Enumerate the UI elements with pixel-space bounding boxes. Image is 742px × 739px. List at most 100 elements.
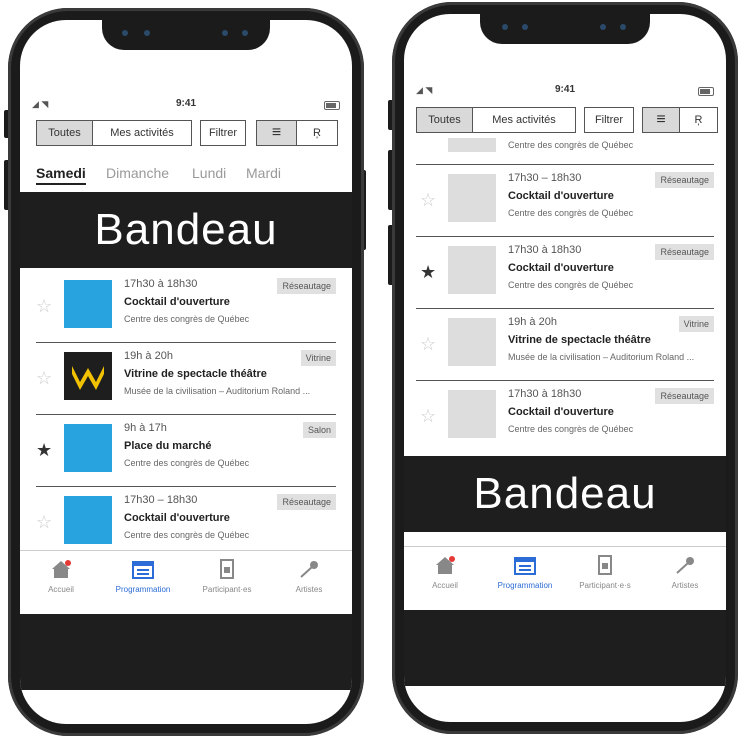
divider (36, 342, 336, 343)
list-view-icon[interactable]: ≡ (257, 121, 297, 145)
event-thumbnail (448, 318, 496, 366)
event-time: 17h30 à 18h30 (124, 278, 198, 290)
tab-label: Programmation (115, 585, 171, 594)
list-item[interactable]: ☆ 19h à 20h Vitrine Vitrine de spectacle… (404, 310, 726, 380)
event-tag: Réseautage (655, 172, 714, 188)
event-place: Centre des congrès de Québec (124, 530, 250, 540)
event-time: 19h à 20h (508, 316, 557, 328)
segment-mine[interactable]: Mes activités (93, 121, 191, 145)
bandeau-banner: Bandeau (404, 456, 726, 532)
tab-accueil[interactable]: Accueil (26, 559, 96, 594)
signal-icon: ◢ ◥ (32, 99, 49, 109)
event-time: 9h à 17h (124, 422, 167, 434)
event-time: 17h30 à 18h30 (508, 388, 582, 400)
badge-icon (220, 559, 234, 579)
tab-participants[interactable]: Participant·e·s (570, 555, 640, 590)
star-icon[interactable]: ☆ (420, 406, 436, 427)
star-icon[interactable]: ☆ (36, 512, 52, 533)
segment-all[interactable]: Toutes (417, 108, 473, 132)
list-item[interactable]: ☆ 17h30 – 18h30 Réseautage Cocktail d'ou… (404, 166, 726, 236)
segment-all[interactable]: Toutes (37, 121, 93, 145)
notch (102, 20, 270, 50)
divider (36, 486, 336, 487)
event-time: 17h30 – 18h30 (508, 172, 582, 184)
tab-day-lundi[interactable]: Lundi (192, 165, 226, 181)
battery-icon (698, 87, 714, 96)
list-item-partial[interactable]: Centre des congrès de Québec (404, 138, 726, 162)
bottom-black-area (20, 614, 352, 690)
star-icon[interactable]: ☆ (420, 190, 436, 211)
calendar-icon (132, 561, 154, 579)
tab-participants[interactable]: Participant·es (192, 559, 262, 594)
star-icon[interactable]: ☆ (36, 368, 52, 389)
tab-label: Accueil (48, 585, 74, 594)
list-item[interactable]: ★ 17h30 à 18h30 Réseautage Cocktail d'ou… (404, 238, 726, 308)
status-time: 9:41 (554, 84, 576, 95)
event-title: Cocktail d'ouverture (508, 190, 614, 202)
event-time: 17h30 à 18h30 (508, 244, 582, 256)
event-place: Centre des congrès de Québec (508, 280, 634, 290)
event-thumbnail (448, 138, 496, 152)
grid-view-icon[interactable]: Ŗ (680, 108, 717, 132)
event-time: 19h à 20h (124, 350, 173, 362)
event-time: 17h30 – 18h30 (124, 494, 198, 506)
tab-day-dimanche[interactable]: Dimanche (106, 165, 169, 181)
event-thumbnail (448, 390, 496, 438)
tab-label: Artistes (671, 581, 699, 590)
event-logo-icon (64, 280, 112, 328)
filter-toolbar: Toutes Mes activités Filtrer ≡ Ŗ (404, 107, 726, 135)
filter-button[interactable]: Filtrer (200, 120, 246, 146)
grid-view-icon[interactable]: Ŗ (297, 121, 337, 145)
segment-mine[interactable]: Mes activités (473, 108, 575, 132)
star-icon[interactable]: ☆ (36, 296, 52, 317)
list-item[interactable]: ☆ 17h30 – 18h30 Réseautage Cocktail d'ou… (20, 488, 352, 552)
star-icon[interactable]: ★ (36, 440, 52, 461)
home-icon (436, 556, 455, 574)
event-logo-icon (64, 352, 112, 400)
tab-label: Programmation (497, 581, 553, 590)
event-tag: Réseautage (277, 494, 336, 510)
badge-icon (598, 555, 612, 575)
list-item[interactable]: ☆ 19h à 20h Vitrine Vitrine de spectacle… (20, 344, 352, 414)
tab-label: Artistes (295, 585, 323, 594)
event-tag: Réseautage (655, 244, 714, 260)
notch (480, 14, 650, 44)
list-item[interactable]: ★ 9h à 17h Salon Place du marché Centre … (20, 416, 352, 486)
tab-artistes[interactable]: Artistes (274, 559, 344, 594)
bottom-black-area (404, 610, 726, 686)
star-icon[interactable]: ☆ (420, 334, 436, 355)
tab-label: Participant·es (202, 585, 252, 594)
divider (36, 414, 336, 415)
view-segment: ≡ Ŗ (256, 120, 338, 146)
battery-icon (324, 101, 340, 110)
microphone-icon (300, 561, 318, 578)
filter-button[interactable]: Filtrer (584, 107, 634, 133)
event-logo-icon (64, 496, 112, 544)
tab-programmation[interactable]: Programmation (108, 559, 178, 594)
screen-right: ◢ ◥ 9:41 Toutes Mes activités Filtrer ≡ … (404, 14, 726, 722)
divider (416, 380, 714, 381)
tab-accueil[interactable]: Accueil (410, 555, 480, 590)
star-icon[interactable]: ★ (420, 262, 436, 283)
list-item[interactable]: ☆ 17h30 à 18h30 Réseautage Cocktail d'ou… (404, 382, 726, 452)
phone-left: ◢ ◥ 9:41 Toutes Mes activités Filtrer ≡ … (8, 8, 364, 736)
event-tag: Réseautage (655, 388, 714, 404)
bottom-tab-bar: Accueil Programmation Participant·es Art… (20, 550, 352, 615)
activity-segment: Toutes Mes activités (36, 120, 192, 146)
bottom-tab-bar: Accueil Programmation Participant·e·s Ar… (404, 546, 726, 611)
event-place: Centre des congrès de Québec (508, 140, 634, 150)
tab-label: Participant·e·s (579, 581, 631, 590)
phone-right: ◢ ◥ 9:41 Toutes Mes activités Filtrer ≡ … (392, 2, 738, 734)
event-title: Vitrine de spectacle théâtre (124, 368, 267, 380)
tab-day-mardi[interactable]: Mardi (246, 165, 281, 181)
tab-artistes[interactable]: Artistes (650, 555, 720, 590)
event-title: Place du marché (124, 440, 212, 452)
tab-programmation[interactable]: Programmation (490, 555, 560, 590)
filter-toolbar: Toutes Mes activités Filtrer ≡ Ŗ (20, 120, 352, 148)
microphone-icon (676, 557, 694, 574)
event-tag: Vitrine (678, 316, 714, 332)
tab-day-samedi[interactable]: Samedi (36, 165, 86, 185)
list-view-icon[interactable]: ≡ (643, 108, 681, 132)
calendar-icon (514, 557, 536, 575)
list-item[interactable]: ☆ 17h30 à 18h30 Réseautage Cocktail d'ou… (20, 272, 352, 342)
